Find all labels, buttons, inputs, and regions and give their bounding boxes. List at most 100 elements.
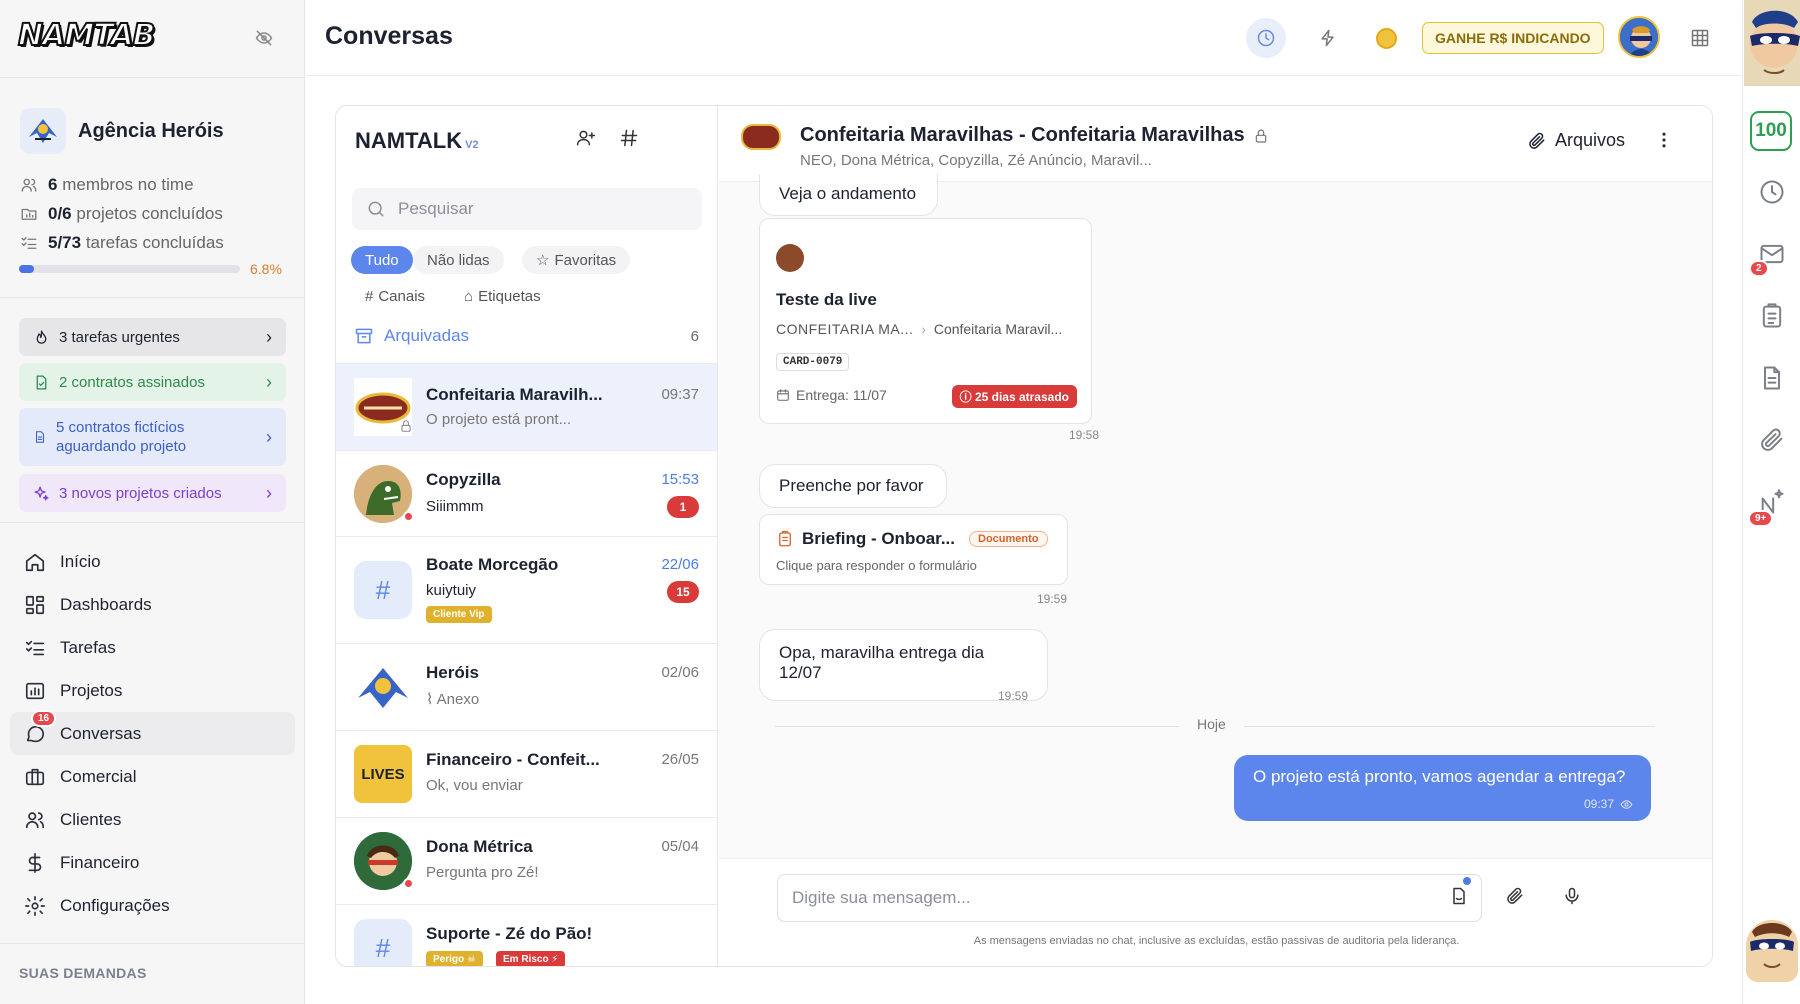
conversation-item-copyzilla[interactable]: Copyzilla Siiimmm 15:53 1: [336, 450, 717, 536]
alert-label: 3 novos projetos criados: [59, 484, 222, 502]
rail-clipboard[interactable]: [1758, 302, 1786, 330]
nav-tarefas[interactable]: Tarefas: [10, 626, 295, 669]
project-chart-icon: [25, 682, 45, 699]
page-title: Conversas: [325, 22, 453, 50]
fake-contracts-alert[interactable]: 5 contratos fictícios aguardando projeto…: [19, 408, 286, 466]
archived-conversations[interactable]: Arquivadas 6: [354, 326, 699, 346]
task-card-message[interactable]: Teste da live CONFEITARIA MA... › Confei…: [759, 218, 1092, 424]
bolt-button[interactable]: [1308, 18, 1348, 58]
conversation-avatar: [354, 658, 412, 716]
clock-button[interactable]: [1246, 18, 1286, 58]
conversation-item-dona-metrica[interactable]: Dona Métrica Pergunta pro Zé! 05/04: [336, 817, 717, 904]
nav-clientes[interactable]: Clientes: [10, 798, 295, 841]
conversas-unread-badge: 16: [31, 710, 57, 727]
conversation-time: 05/04: [661, 838, 699, 855]
rail-ai-assistant[interactable]: 9+: [1748, 488, 1786, 527]
alert-label: 3 tarefas urgentes: [59, 328, 180, 346]
channel-hash-icon: #: [354, 561, 412, 619]
filter-all[interactable]: Tudo: [351, 246, 413, 274]
alert-circle-icon: ⓘ: [959, 390, 972, 404]
hero-mascot-image[interactable]: [1744, 0, 1800, 86]
dollar-icon: [28, 852, 42, 873]
hide-values-icon[interactable]: [254, 28, 274, 48]
message-input[interactable]: [777, 874, 1482, 922]
agency-name: Agência Heróis: [78, 119, 224, 142]
search-icon: [368, 201, 384, 217]
document-title: Briefing - Onboar...: [802, 529, 956, 548]
more-options-button[interactable]: [1654, 130, 1674, 150]
rail-mail[interactable]: 2: [1749, 240, 1786, 277]
rail-clock[interactable]: [1758, 178, 1786, 206]
filter-favorites[interactable]: ☆ Favoritas: [522, 246, 631, 274]
search-input[interactable]: [398, 199, 678, 219]
new-projects-alert[interactable]: 3 novos projetos criados ›: [19, 474, 286, 512]
divider: [0, 77, 305, 78]
rail-attachment[interactable]: [1758, 426, 1786, 454]
namtab-logo[interactable]: NAMTAB: [17, 17, 156, 54]
divider: [0, 297, 305, 298]
signed-contracts-alert[interactable]: 2 contratos assinados ›: [19, 363, 286, 401]
rail-document[interactable]: [1758, 364, 1786, 392]
conversation-item-herois[interactable]: Heróis ⌇ Anexo 02/06: [336, 643, 717, 730]
gear-icon: [25, 895, 45, 916]
nav-conversas[interactable]: 16 Conversas: [10, 710, 295, 755]
message-time: 19:59: [1037, 592, 1068, 606]
conversation-preview: Pergunta pro Zé!: [426, 864, 539, 881]
conversation-item-confeitaria[interactable]: Confeitaria Maravilh... O projeto está p…: [336, 363, 717, 450]
top-header: Conversas GANHE R$ INDICANDO: [306, 0, 1742, 76]
search-box[interactable]: [352, 188, 702, 230]
form-document-message[interactable]: Briefing - Onboar... Documento Clique pa…: [759, 514, 1068, 585]
lock-icon: [399, 419, 413, 433]
nav-projetos[interactable]: Projetos: [10, 669, 295, 712]
card-owner-avatar: [776, 244, 804, 272]
attach-button[interactable]: [1505, 886, 1525, 906]
microphone-icon: [1565, 887, 1579, 905]
label-tag: Em Risco ⚡: [496, 951, 566, 966]
paperclip-icon: [1761, 428, 1783, 451]
nav-financeiro[interactable]: Financeiro: [10, 841, 295, 884]
coin-button[interactable]: [1366, 18, 1406, 58]
nav-configuracoes[interactable]: Configurações: [10, 884, 295, 927]
score-badge[interactable]: 100: [1750, 111, 1792, 151]
conversation-time: 09:37: [661, 386, 699, 403]
main-nav: Início Dashboards Tarefas Projetos 16 Co…: [10, 540, 295, 927]
filter-unread[interactable]: Não lidas: [413, 246, 504, 274]
conversation-preview: kuiytuiy: [426, 582, 477, 599]
nav-label: Projetos: [60, 680, 123, 700]
chat-window: Confeitaria Maravilhas - Confeitaria Mar…: [719, 106, 1712, 966]
filter-channels[interactable]: # Canais: [351, 282, 439, 310]
archived-count: 6: [690, 327, 699, 345]
files-button[interactable]: Arquivos: [1527, 130, 1625, 151]
conversation-item-suporte[interactable]: # Suporte - Zé do Pão! Perigo ☠ Em Risco…: [336, 904, 717, 966]
conversation-item-financeiro[interactable]: LIVES Financeiro - Confeit... Ok, vou en…: [336, 730, 717, 817]
referral-button[interactable]: GANHE R$ INDICANDO: [1422, 22, 1604, 54]
add-contact-button[interactable]: [576, 128, 596, 148]
conversation-preview: Siiimmm: [426, 498, 484, 515]
assistant-mascot-button[interactable]: [1746, 920, 1798, 982]
conversation-time: 15:53: [661, 471, 699, 488]
nav-comercial[interactable]: Comercial: [10, 755, 295, 798]
users-icon: [21, 178, 37, 192]
apps-grid-button[interactable]: [1680, 18, 1720, 58]
urgent-tasks-alert[interactable]: 3 tarefas urgentes ›: [19, 318, 286, 356]
conversation-item-boate[interactable]: # Boate Morcegão kuiytuiy Cliente Vip 22…: [336, 536, 717, 643]
document-send-button[interactable]: [1449, 877, 1471, 906]
chat-avatar: [741, 124, 781, 150]
bolt-icon: [1321, 29, 1334, 47]
nav-label: Financeiro: [60, 852, 140, 872]
conversation-preview: O projeto está pront...: [426, 411, 572, 428]
voice-message-button[interactable]: [1562, 886, 1582, 906]
new-channel-button[interactable]: [619, 128, 639, 148]
user-avatar[interactable]: [1618, 16, 1660, 58]
stat-members: 6 membros no time: [20, 175, 194, 195]
card-breadcrumb: CONFEITARIA MA... › Confeitaria Maravil.…: [776, 321, 1063, 337]
conversation-name: Financeiro - Confeit...: [426, 750, 600, 769]
nav-dashboards[interactable]: Dashboards: [10, 583, 295, 626]
online-status-dot: [403, 511, 414, 522]
nav-label: Tarefas: [60, 637, 116, 657]
nav-inicio[interactable]: Início: [10, 540, 295, 583]
agency-header[interactable]: Agência Heróis: [20, 108, 224, 154]
calendar-icon: [777, 389, 789, 401]
filter-labels[interactable]: ⌂ Etiquetas: [450, 282, 555, 310]
paperclip-icon: [1529, 132, 1545, 149]
